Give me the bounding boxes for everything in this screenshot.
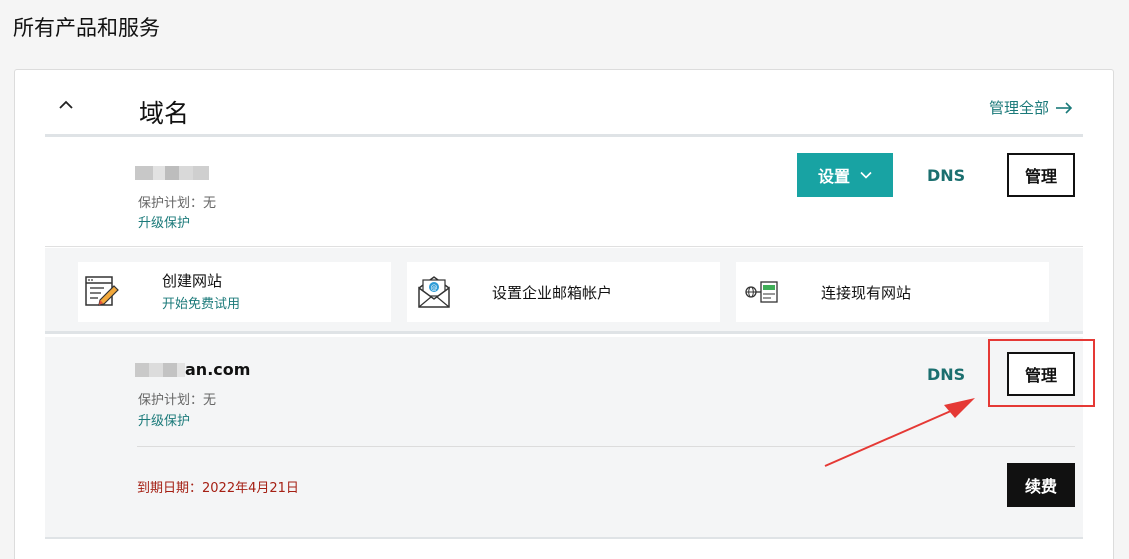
manage-button[interactable]: 管理: [1007, 352, 1075, 396]
free-trial-link[interactable]: 开始免费试用: [162, 293, 240, 312]
service-title: 设置企业邮箱帐户: [492, 284, 613, 302]
domain-row: an.com 保护计划：无 升级保护 DNS 管理 到期日期：2022年4月21…: [45, 337, 1083, 537]
upgrade-protection-link[interactable]: 升级保护: [138, 212, 190, 231]
bottom-divider: [45, 537, 1083, 539]
service-card-create-website[interactable]: 创建网站 开始免费试用: [78, 262, 391, 322]
masked-domain-name: [135, 363, 185, 377]
domains-card: 域名 管理全部 保护计划：无 升级保护 设置 DNS 管理 创建网站 开始免费试…: [14, 69, 1114, 559]
arrow-right-icon: [1056, 101, 1073, 114]
chevron-down-icon: [860, 171, 872, 179]
row-divider: [137, 446, 1075, 447]
chevron-up-icon[interactable]: [57, 96, 75, 114]
dns-link[interactable]: DNS: [927, 166, 965, 185]
page-title: 所有产品和服务: [13, 16, 160, 40]
dns-link[interactable]: DNS: [927, 365, 965, 384]
manage-button[interactable]: 管理: [1007, 153, 1075, 197]
settings-button[interactable]: 设置: [797, 153, 893, 197]
domain-row: 保护计划：无 升级保护 设置 DNS 管理: [45, 137, 1083, 247]
domain-name-suffix[interactable]: an.com: [185, 360, 250, 379]
website-builder-icon: [85, 276, 119, 306]
connect-site-icon: [745, 281, 778, 303]
masked-domain-name: [135, 166, 209, 180]
expiry-date: 到期日期：2022年4月21日: [137, 481, 299, 496]
service-title: 连接现有网站: [821, 284, 912, 302]
manage-all-label: 管理全部: [988, 99, 1049, 117]
service-card-business-email[interactable]: @ 设置企业邮箱帐户: [407, 262, 720, 322]
protection-plan: 保护计划：无: [138, 393, 217, 408]
upgrade-protection-link[interactable]: 升级保护: [138, 410, 190, 429]
service-title: 创建网站: [162, 272, 223, 290]
protection-plan: 保护计划：无: [138, 196, 217, 211]
renew-button[interactable]: 续费: [1007, 463, 1075, 507]
svg-text:@: @: [431, 284, 438, 292]
service-card-connect-site[interactable]: 连接现有网站: [736, 262, 1049, 322]
manage-all-link[interactable]: 管理全部: [989, 97, 1073, 118]
services-strip: 创建网站 开始免费试用 @ 设置企业邮箱帐户 连接现有网站: [45, 248, 1083, 334]
email-envelope-icon: @: [418, 276, 450, 308]
section-title: 域名: [139, 99, 190, 128]
settings-label: 设置: [817, 167, 850, 186]
